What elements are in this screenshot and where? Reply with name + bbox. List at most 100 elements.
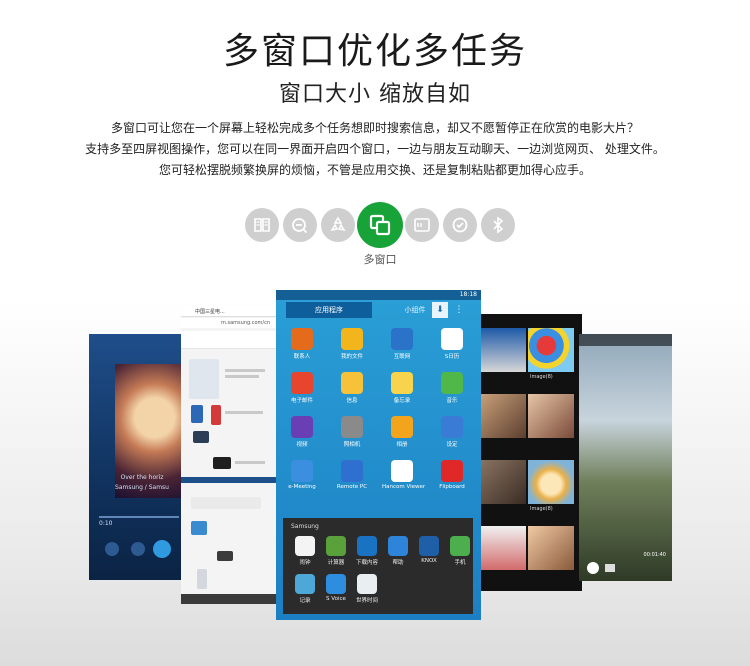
desc-line-3: 您可轻松摆脱频繁换屏的烦恼，不管是应用交换、还是复制粘贴都更加得心应手。 xyxy=(158,163,591,177)
track-time: 0:10 xyxy=(99,520,113,527)
app-icon xyxy=(291,416,313,438)
popup-app-item[interactable]: 帮助 xyxy=(384,536,412,566)
pause-icon[interactable] xyxy=(153,540,171,558)
app-item[interactable]: Flipboard xyxy=(432,460,472,490)
app-icon xyxy=(391,460,413,482)
popup-app-label: KNOX xyxy=(421,558,437,564)
app-label: 设定 xyxy=(446,442,458,448)
status-time: 18:18 xyxy=(459,291,477,298)
prev-icon[interactable] xyxy=(131,542,145,556)
photo[interactable] xyxy=(528,460,574,504)
product-image xyxy=(189,359,219,399)
app-label: 视频 xyxy=(296,442,308,448)
nfc-card-icon[interactable] xyxy=(405,208,439,242)
photo[interactable] xyxy=(528,526,574,570)
popup-app-label: 世界时间 xyxy=(355,598,378,604)
gallery-screen: Image(8) Image(8) xyxy=(478,314,582,591)
app-icon xyxy=(341,372,363,394)
music-player-screen: Over the horiz Samsung / Samsu 0:10 xyxy=(89,334,185,580)
popup-app-item[interactable]: 世界时间 xyxy=(353,574,381,604)
track-artist: Samsung / Samsu xyxy=(115,484,169,491)
app-item[interactable]: e-Meeting xyxy=(282,460,322,490)
page-subtitle: 窗口大小 缩放自如 xyxy=(279,82,471,107)
app-label: 联系人 xyxy=(293,354,311,360)
popup-app-icon xyxy=(357,574,377,594)
app-label: 音乐 xyxy=(446,398,458,404)
app-icon xyxy=(441,460,463,482)
app-item[interactable]: 设定 xyxy=(432,416,472,448)
text-line xyxy=(225,369,265,372)
app-icon xyxy=(341,416,363,438)
app-icon xyxy=(441,328,463,350)
photo[interactable] xyxy=(528,328,574,372)
popup-app-item[interactable]: 手机 xyxy=(446,536,474,566)
popup-app-item[interactable]: 下载内容 xyxy=(353,536,381,566)
popup-app-item[interactable]: 闹钟 xyxy=(291,536,319,566)
samsung-folder-popup: Samsung 闹钟 计算器 下载内容 帮助 KNOX 手机 记录 S Voice 世界时间 xyxy=(283,518,473,614)
app-item[interactable]: Remote PC xyxy=(332,460,372,490)
popup-app-item[interactable]: S Voice xyxy=(322,574,350,602)
playlist-icon[interactable] xyxy=(105,542,119,556)
app-item[interactable]: 电子邮件 xyxy=(282,372,322,404)
bluetooth-icon[interactable] xyxy=(481,208,515,242)
popup-app-icon xyxy=(357,536,377,556)
app-item[interactable]: 联系人 xyxy=(282,328,322,360)
photo[interactable] xyxy=(480,328,526,372)
photo[interactable] xyxy=(528,394,574,438)
tab-apps[interactable]: 应用程序 xyxy=(286,302,372,318)
app-item[interactable]: 视频 xyxy=(282,416,322,448)
banner xyxy=(191,497,261,509)
popup-app-item[interactable]: KNOX xyxy=(415,536,443,564)
play-icon[interactable] xyxy=(587,562,599,574)
description: 多窗口可让您在一个屏幕上轻松完成多个任务想即时搜索信息，却又不愿暂停正在欣赏的电… xyxy=(0,118,750,181)
app-item[interactable]: 备忘录 xyxy=(382,372,422,404)
status-bar: 18:18 xyxy=(276,290,481,300)
app-icon xyxy=(391,328,413,350)
text-line xyxy=(225,375,259,378)
video-top-bar xyxy=(579,334,672,346)
popup-app-item[interactable]: 记录 xyxy=(291,574,319,604)
page-title: 多窗口优化多任务 xyxy=(222,31,527,72)
video-controls: 00:01:40 xyxy=(583,552,668,576)
app-label: 电子邮件 xyxy=(290,398,313,404)
browser-tab[interactable]: 中国三星电... xyxy=(181,307,279,317)
photo[interactable] xyxy=(480,460,526,504)
app-item[interactable]: 音乐 xyxy=(432,372,472,404)
app-label: Remote PC xyxy=(336,484,368,490)
app-item[interactable]: 互联网 xyxy=(382,328,422,360)
book-icon[interactable] xyxy=(245,208,279,242)
progress-bar[interactable] xyxy=(99,516,179,518)
more-icon[interactable]: ⋮ xyxy=(454,302,464,318)
desc-line-2: 支持多至四屏视图操作，您可以在同一界面开启四个窗口，一边与朋友互动聊天、一边浏览… xyxy=(85,142,665,156)
app-icon xyxy=(341,328,363,350)
photo[interactable] xyxy=(480,526,526,570)
app-label: S日历 xyxy=(444,354,460,360)
video-player-screen: 00:01:40 xyxy=(579,334,672,581)
product-image xyxy=(191,405,203,423)
app-item[interactable]: 信息 xyxy=(332,372,372,404)
app-label: 信息 xyxy=(346,398,358,404)
minus-search-icon[interactable] xyxy=(283,208,317,242)
popup-app-label: 记录 xyxy=(299,598,311,604)
app-icon xyxy=(291,372,313,394)
photo[interactable] xyxy=(480,394,526,438)
app-icon xyxy=(441,416,463,438)
app-item[interactable]: 相册 xyxy=(382,416,422,448)
app-icon xyxy=(291,328,313,350)
screen-icon[interactable] xyxy=(605,564,615,572)
app-label: 我的文件 xyxy=(340,354,363,360)
multi-window-icon[interactable] xyxy=(357,202,403,248)
app-item[interactable]: S日历 xyxy=(432,328,472,360)
popup-app-icon xyxy=(419,536,439,556)
browser-url[interactable]: m.samsung.com/cn xyxy=(181,318,279,328)
check-circle-icon[interactable] xyxy=(443,208,477,242)
download-icon[interactable]: ⬇ xyxy=(432,302,448,318)
app-item[interactable]: 照相机 xyxy=(332,416,372,448)
app-item[interactable]: 我的文件 xyxy=(332,328,372,360)
popup-app-label: 计算器 xyxy=(327,560,345,566)
product-image xyxy=(193,431,209,443)
app-item[interactable]: Hancom Viewer xyxy=(382,460,425,490)
popup-app-item[interactable]: 计算器 xyxy=(322,536,350,566)
browser-footer xyxy=(181,594,279,604)
recycle-icon[interactable] xyxy=(321,208,355,242)
